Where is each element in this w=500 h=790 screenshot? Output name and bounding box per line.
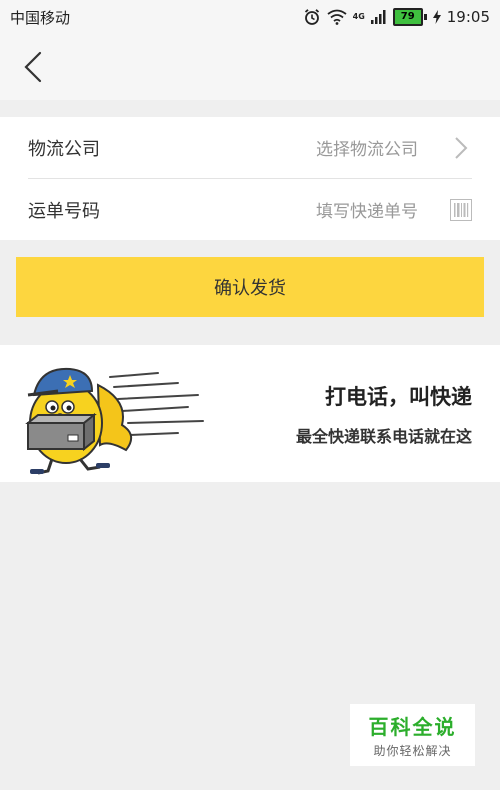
carrier-name: 中国移动 bbox=[10, 8, 71, 27]
alarm-icon bbox=[304, 9, 319, 25]
shipping-form: 物流公司 选择物流公司 运单号码 填写快递单号 bbox=[0, 117, 500, 240]
watermark-logo: 百科全说 助你轻松解决 bbox=[350, 704, 475, 766]
charging-icon bbox=[432, 10, 441, 24]
clock: 19:05 bbox=[446, 8, 490, 26]
watermark-brand: 百科全说 bbox=[368, 715, 457, 739]
tracking-input[interactable]: 填写快递单号 bbox=[316, 197, 418, 222]
company-label: 物流公司 bbox=[28, 138, 100, 160]
chevron-left-icon bbox=[24, 51, 42, 83]
confirm-ship-button[interactable]: 确认发货 bbox=[16, 257, 484, 317]
network-type: 4G bbox=[352, 12, 365, 21]
company-select[interactable]: 选择物流公司 bbox=[316, 135, 418, 160]
back-button[interactable] bbox=[18, 50, 48, 84]
courier-banner[interactable]: 打电话，叫快递 最全快递联系电话就在这 bbox=[0, 345, 500, 482]
battery-level: 79 bbox=[392, 8, 423, 26]
banner-title: 打电话，叫快递 bbox=[325, 385, 472, 409]
battery-indicator: 79 bbox=[392, 8, 427, 26]
company-row[interactable]: 物流公司 选择物流公司 bbox=[0, 117, 500, 178]
watermark-slogan: 助你轻松解决 bbox=[373, 744, 452, 758]
status-icons: 4G 79 19:05 bbox=[303, 8, 500, 26]
tracking-label: 运单号码 bbox=[28, 200, 100, 222]
courier-mascot-icon bbox=[25, 367, 204, 475]
barcode-scan-icon[interactable] bbox=[450, 198, 472, 222]
chevron-right-icon bbox=[450, 136, 472, 160]
banner-subtitle: 最全快递联系电话就在这 bbox=[295, 427, 472, 446]
wifi-icon bbox=[327, 9, 347, 25]
nav-bar bbox=[0, 34, 500, 100]
signal-icon bbox=[370, 10, 386, 24]
tracking-row: 运单号码 填写快递单号 bbox=[0, 179, 500, 240]
status-bar: 中国移动 4G 79 19:05 bbox=[0, 0, 500, 34]
